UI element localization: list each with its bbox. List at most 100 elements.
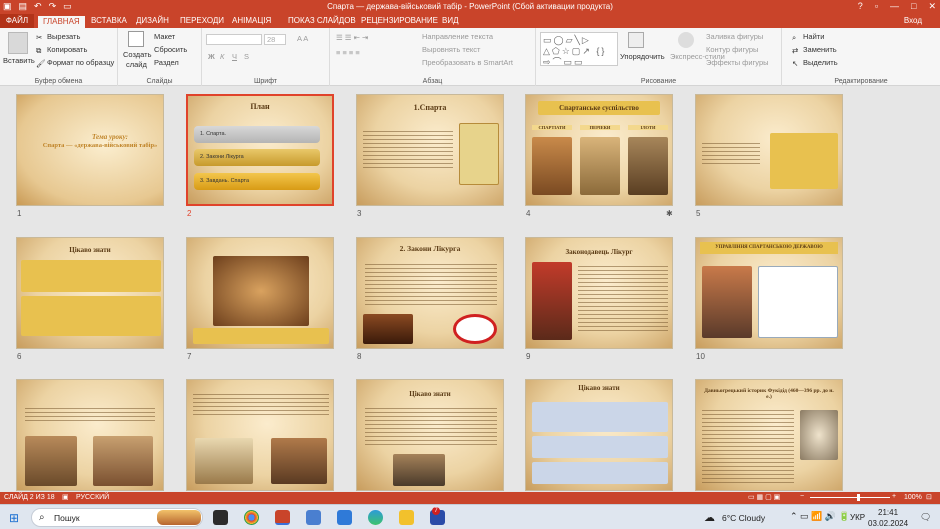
slide-thumbnail-15[interactable]: Давньогрецький історик Фукідід (460—396 … (695, 379, 843, 491)
arrange-button[interactable]: Упорядочить (620, 52, 665, 61)
file-explorer-icon[interactable] (399, 510, 414, 525)
scissors-icon: ✂ (36, 32, 43, 42)
tab-review[interactable]: РЕЦЕНЗИРОВАНИЕ (361, 16, 438, 25)
slide-thumbnail-4[interactable]: Спартанське суспільство СПАРТІАТИ ПЕРІЕК… (525, 94, 673, 206)
slide-number: 8 (357, 352, 362, 361)
close-button[interactable]: ✕ (928, 1, 936, 12)
section-button[interactable]: Раздел (154, 58, 179, 67)
clock-date[interactable]: 03.02.2024 (868, 519, 908, 528)
language-switch[interactable]: УКР (850, 513, 865, 522)
text-direction-button[interactable]: Направление текста (422, 32, 493, 41)
tab-design[interactable]: ДИЗАЙН (136, 16, 169, 25)
tab-transitions[interactable]: ПЕРЕХОДИ (180, 16, 224, 25)
ribbon-display-icon[interactable]: ▫ (875, 1, 878, 12)
find-button[interactable]: ⌕ Найти (792, 32, 824, 42)
align-text-button[interactable]: Выровнять текст (422, 45, 480, 54)
tab-slideshow[interactable]: ПОКАЗ СЛАЙДОВ (288, 16, 356, 25)
italic-button[interactable]: К (220, 52, 224, 61)
mail-icon[interactable] (337, 510, 352, 525)
lycurgus-image (532, 262, 572, 340)
tray-icons[interactable]: ⌃ ▭ 📶 🔊 🔋 (790, 511, 850, 522)
cut-button[interactable]: ✂ Вырезать (36, 32, 80, 42)
shapes-gallery[interactable]: ▭◯▱╲▷ △⬠☆▢↗ {}⇨⌒▭▭ (540, 32, 618, 67)
new-slide-button[interactable]: Создать (123, 50, 152, 59)
grow-font-button[interactable]: A A (297, 34, 308, 43)
task-view-icon[interactable] (213, 510, 228, 525)
zoom-thumb[interactable] (857, 494, 860, 501)
slide-thumbnail-2[interactable]: План 1. Спарта. 2. Закони Лікурга 3. Зав… (186, 94, 334, 206)
tab-view[interactable]: ВИД (442, 16, 459, 25)
slide-thumbnail-13[interactable]: Цікаво знати (356, 379, 504, 491)
windows-start-icon[interactable]: ⊞ (9, 511, 19, 525)
slide-thumbnail-11[interactable] (16, 379, 164, 491)
slide-thumbnail-8[interactable]: 2. Закони Лікурга (356, 237, 504, 349)
shape-fill-button[interactable]: Заливка фигуры (706, 32, 763, 41)
paste-button[interactable]: Вставить (3, 56, 35, 65)
replace-button[interactable]: ⇄ Заменить (792, 45, 837, 55)
tab-home[interactable]: ГЛАВНАЯ (38, 16, 85, 28)
copy-label: Копировать (47, 45, 88, 54)
taskbar-search-box[interactable]: ⌕ Пошук (31, 508, 203, 527)
prohibited-sign-image (453, 314, 497, 344)
help-icon[interactable]: ? (858, 1, 863, 12)
clipboard-icon (8, 32, 28, 54)
slide-4-col-1: СПАРТІАТИ (532, 125, 572, 130)
fit-slide-icon[interactable]: ⊡ (926, 493, 932, 501)
language-indicator[interactable]: РУССКИЙ (76, 494, 109, 501)
slide-thumbnail-3[interactable]: 1.Спарта (356, 94, 504, 206)
clock-time[interactable]: 21:41 (878, 508, 898, 517)
zoom-level[interactable]: 100% (904, 494, 922, 501)
calculator-icon[interactable] (306, 510, 321, 525)
spellcheck-icon[interactable]: ▣ (62, 493, 69, 501)
slide-13-text (365, 408, 497, 448)
slide-13-image (393, 454, 445, 486)
format-painter-button[interactable]: 🖌Формат по образцу (36, 58, 114, 68)
slide-thumbnail-5[interactable] (695, 94, 843, 206)
copy-button[interactable]: ⧉ Копировать (36, 45, 87, 55)
tab-animations[interactable]: АНІМАЦІЯ (232, 16, 271, 25)
group-drawing: ▭◯▱╲▷ △⬠☆▢↗ {}⇨⌒▭▭ Упорядочить Экспресс-… (536, 28, 782, 86)
government-diagram (758, 266, 838, 338)
shape-effects-button[interactable]: Эффекты фигуры (706, 58, 769, 67)
tab-file[interactable]: ФАЙЛ (0, 14, 34, 28)
slide-thumbnail-6[interactable]: Цікаво знати (16, 237, 164, 349)
underline-button[interactable]: Ч (232, 52, 237, 61)
notifications-icon[interactable]: 🗨 (920, 512, 931, 523)
weather-text[interactable]: 6°C Cloudy (722, 513, 765, 523)
zoom-slider[interactable] (810, 497, 890, 498)
slide-thumbnail-10[interactable]: УПРАВЛІННЯ СПАРТАНСЬКОЮ ДЕРЖАВОЮ (695, 237, 843, 349)
font-size-box[interactable]: 28 (264, 34, 286, 45)
shadow-button[interactable]: S (244, 52, 249, 61)
slide-15-text (702, 410, 794, 484)
group-clipboard: Вставить ✂ Вырезать ⧉ Копировать 🖌Формат п… (0, 28, 118, 86)
slide-thumbnail-9[interactable]: Законодавець Лікург (525, 237, 673, 349)
chrome-icon[interactable] (244, 510, 259, 525)
shape-outline-button[interactable]: Контур фигуры (706, 45, 758, 54)
maximize-button[interactable]: □ (911, 1, 916, 12)
weather-cloud-icon[interactable]: ☁ (704, 511, 715, 524)
powerpoint-taskbar-icon[interactable] (275, 510, 290, 525)
cursor-icon: ↖ (792, 58, 799, 68)
bold-button[interactable]: Ж (208, 52, 215, 61)
tab-insert[interactable]: ВСТАВКА (91, 16, 127, 25)
bullets-button[interactable]: ☰ ☰ ⇤ ⇥ (336, 33, 368, 42)
minimize-button[interactable]: — (890, 1, 899, 12)
slide-thumbnail-12[interactable] (186, 379, 334, 491)
smartart-button[interactable]: Преобразовать в SmartArt (422, 58, 513, 67)
slide-3-text (363, 131, 453, 171)
slide-4-title: Спартанське суспільство (538, 101, 660, 115)
view-buttons[interactable]: ▭ ▦ ▢ ▣ (748, 493, 780, 501)
layout-button[interactable]: Макет (154, 32, 175, 41)
reset-button[interactable]: Сбросить (154, 45, 187, 54)
edge-icon[interactable] (368, 510, 383, 525)
font-family-box[interactable] (206, 34, 262, 45)
sign-in-link[interactable]: Вход (904, 16, 922, 25)
copy-icon: ⧉ (36, 45, 42, 55)
zoom-in-button[interactable]: + (892, 493, 896, 500)
align-buttons[interactable]: ≡ ≡ ≡ ≡ (336, 48, 360, 57)
slide-thumbnail-1[interactable]: Тема уроку: Спарта — «держава-військовий… (16, 94, 164, 206)
zoom-out-button[interactable]: − (800, 493, 804, 500)
slide-thumbnail-7[interactable] (186, 237, 334, 349)
select-button[interactable]: ↖ Выделить (792, 58, 838, 68)
slide-thumbnail-14[interactable]: Цікаво знати (525, 379, 673, 491)
